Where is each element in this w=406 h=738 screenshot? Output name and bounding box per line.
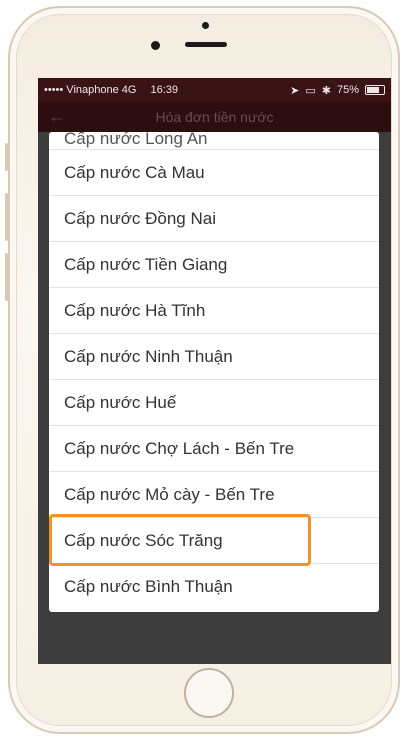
volume-down-button [5,253,8,301]
list-item-label: Cấp nước Mỏ cày - Bến Tre [64,484,275,504]
nav-bar: ← Hóa đơn tiền nước [38,102,391,132]
list-item-ha-tinh[interactable]: Cấp nước Hà Tĩnh [49,288,379,334]
list-item-label: Cấp nước Đồng Nai [64,208,216,228]
page-title: Hóa đơn tiền nước [155,109,274,125]
list-item-label: Cấp nước Tiền Giang [64,254,228,274]
list-item-dong-nai[interactable]: Cấp nước Đồng Nai [49,196,379,242]
back-arrow-icon[interactable]: ← [48,106,66,127]
battery-percent: 75% [336,84,359,96]
status-time: 16:39 [150,84,178,96]
selection-highlight [49,514,311,566]
list-item-ca-mau[interactable]: Cấp nước Cà Mau [49,150,379,196]
list-item-mo-cay-ben-tre[interactable]: Cấp nước Mỏ cày - Bến Tre [49,472,379,518]
list-item-ninh-thuan[interactable]: Cấp nước Ninh Thuận [49,334,379,380]
location-icon: ➤ [290,84,300,97]
front-camera-icon [151,41,160,50]
carrier-label: ••••• Vinaphone 4G [44,84,137,96]
proximity-sensor-icon [202,22,209,29]
list-item-label: Cấp nước Cà Mau [64,162,205,182]
list-item-label: Cấp nước Hà Tĩnh [64,300,206,320]
list-item-label: Cấp nước Bình Thuận [64,577,233,596]
list-item-hue[interactable]: Cấp nước Huế [49,380,379,426]
list-item-label: Cấp nước Ninh Thuận [64,346,233,366]
side-button [5,143,8,171]
earpiece-speaker-icon [185,42,227,47]
screen-mirror-icon: ▭ [305,84,316,97]
phone-screen: ••••• Vinaphone 4G 16:39 ➤ ▭ ✱ 75% ← Hóa… [38,78,391,664]
status-bar: ••••• Vinaphone 4G 16:39 ➤ ▭ ✱ 75% [38,78,391,102]
bluetooth-icon: ✱ [321,84,331,97]
battery-icon [365,85,385,95]
volume-up-button [5,193,8,241]
list-item-cho-lach-ben-tre[interactable]: Cấp nước Chợ Lách - Bến Tre [49,426,379,472]
list-item-tien-giang[interactable]: Cấp nước Tiền Giang [49,242,379,288]
list-item-label: Cấp nước Chợ Lách - Bến Tre [64,438,295,458]
list-item-label: Cấp nước Long An [64,132,208,148]
list-item-partial[interactable]: Cấp nước Long An [49,132,379,150]
list-item-label: Cấp nước Huế [64,392,177,412]
list-item-binh-thuan[interactable]: Cấp nước Bình Thuận [49,564,379,610]
home-button[interactable] [184,668,234,718]
